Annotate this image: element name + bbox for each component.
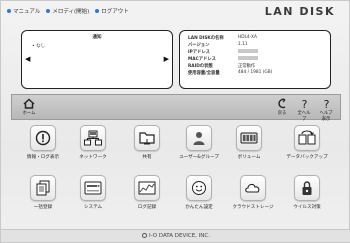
manual-link-label: マニュアル [13,9,41,15]
tile-easy-setup[interactable]: かんたん設定 [173,175,225,210]
tile-label: クラウドストレージ [232,205,274,210]
home-label: ホーム [22,111,36,116]
tile-info-log[interactable]: 情報・ログ表示 [17,125,69,160]
tile-antivirus[interactable]: ウイルス対策 [281,175,333,210]
info-row-mac: MACアドレス [186,55,274,62]
device-info-table: LAN DISKの名称 HDL4-XA バージョン 1.11 IPアドレス MA… [186,34,274,76]
question-icon: ? [323,98,329,109]
company-name: I-O DATA DEVICE, INC. [149,233,210,239]
main-window: マニュアル メロディ(開始) ログアウト LAN DISK 通知 • なし ◀ … [0,0,350,243]
brand-logo: LAN DISK [264,5,335,18]
back-button[interactable]: 戻る [274,98,290,122]
svg-text:?: ? [323,98,329,109]
tile-label: ウイルス対策 [293,205,321,210]
back-arrow-icon [277,98,285,109]
tile-system[interactable]: システム [67,175,119,210]
info-row-version: バージョン 1.11 [188,42,248,48]
info-row-name: LAN DISKの名称 HDL4-XA [188,35,257,41]
svg-text:?: ? [301,98,307,109]
tile-label: ネットワーク [79,155,107,160]
toolbar: ホーム 戻る ? 全ヘルプ ? ヘルプ表示 [11,94,341,122]
top-link-bar: マニュアル メロディ(開始) ログアウト [7,5,129,17]
tile-network[interactable]: ネットワーク [67,125,119,160]
notice-title: 通知 [92,35,102,40]
info-row-ip: IPアドレス [186,48,274,55]
tile-users-groups[interactable]: ユーザー&グループ [173,125,225,160]
tile-label: データバックアップ [286,155,328,160]
footer: I-O DATA DEVICE, INC. [1,229,350,242]
notice-panel: 通知 • なし ◀ ▶ [21,30,173,89]
notice-next-arrow-icon[interactable]: ▶ [164,55,169,63]
antivirus-icon [302,181,312,195]
bullet-icon [7,9,11,13]
all-help-button[interactable]: ? 全ヘルプ [296,98,312,122]
logout-link-label: ログアウト [101,9,129,15]
info-row-raid: RAIDの状態 正常動作 [188,63,256,69]
info-row-capacity: 使用容量/全容量 484 / 1981 (GB) [188,70,273,76]
tile-cloud-storage[interactable]: クラウドストレージ [227,175,279,210]
redacted-value [238,48,258,53]
question-icon: ? [301,98,307,109]
help-display-button[interactable]: ? ヘルプ表示 [318,98,334,122]
melody-link-label: メロディ(開始) [52,9,90,15]
network-icon [84,130,102,146]
home-icon [23,98,35,109]
tile-label: ログ記録 [137,205,157,210]
cloud-storage-icon [245,183,260,193]
volume-icon [240,132,258,144]
share-folder-icon [139,132,155,145]
bullet-icon [46,9,51,13]
tile-label: かんたん設定 [185,205,213,210]
logout-link[interactable]: ログアウト [95,5,129,17]
back-label: 戻る [277,111,287,116]
toolbar-actions: 戻る ? 全ヘルプ ? ヘルプ表示 [274,98,334,122]
manual-link[interactable]: マニュアル [7,5,40,17]
bullet-icon [95,9,100,13]
company-logo-icon [142,233,147,238]
melody-start-link[interactable]: メロディ(開始) [46,5,89,17]
log-record-icon [138,181,156,195]
users-groups-icon [193,132,205,145]
easy-setup-icon [192,181,206,195]
tile-share[interactable]: 共有 [121,125,173,160]
tile-label: 情報・ログ表示 [26,155,60,160]
device-info-panel: LAN DISKの名称 HDL4-XA バージョン 1.11 IPアドレス MA… [179,30,331,89]
notice-prev-arrow-icon[interactable]: ◀ [25,55,30,63]
redacted-value [238,55,258,60]
tile-label: システム [83,205,103,210]
system-icon [84,181,102,195]
notice-item: • なし [32,44,46,49]
tile-label: 一括登録 [33,205,53,210]
tile-label: ボリューム [237,155,261,160]
help-display-label: ヘルプ表示 [319,111,333,122]
home-button[interactable]: ホーム [18,98,40,116]
tile-log-record[interactable]: ログ記録 [121,175,173,210]
all-help-label: 全ヘルプ [297,111,311,122]
tile-label: 共有 [142,155,152,160]
tile-volume[interactable]: ボリューム [223,125,275,160]
tile-label: ユーザー&グループ [179,155,219,160]
batch-register-icon [36,180,50,196]
data-backup-icon [298,130,316,145]
tile-data-backup[interactable]: データバックアップ [281,125,333,160]
info-log-icon [35,130,51,146]
tile-batch-register[interactable]: 一括登録 [17,175,69,210]
